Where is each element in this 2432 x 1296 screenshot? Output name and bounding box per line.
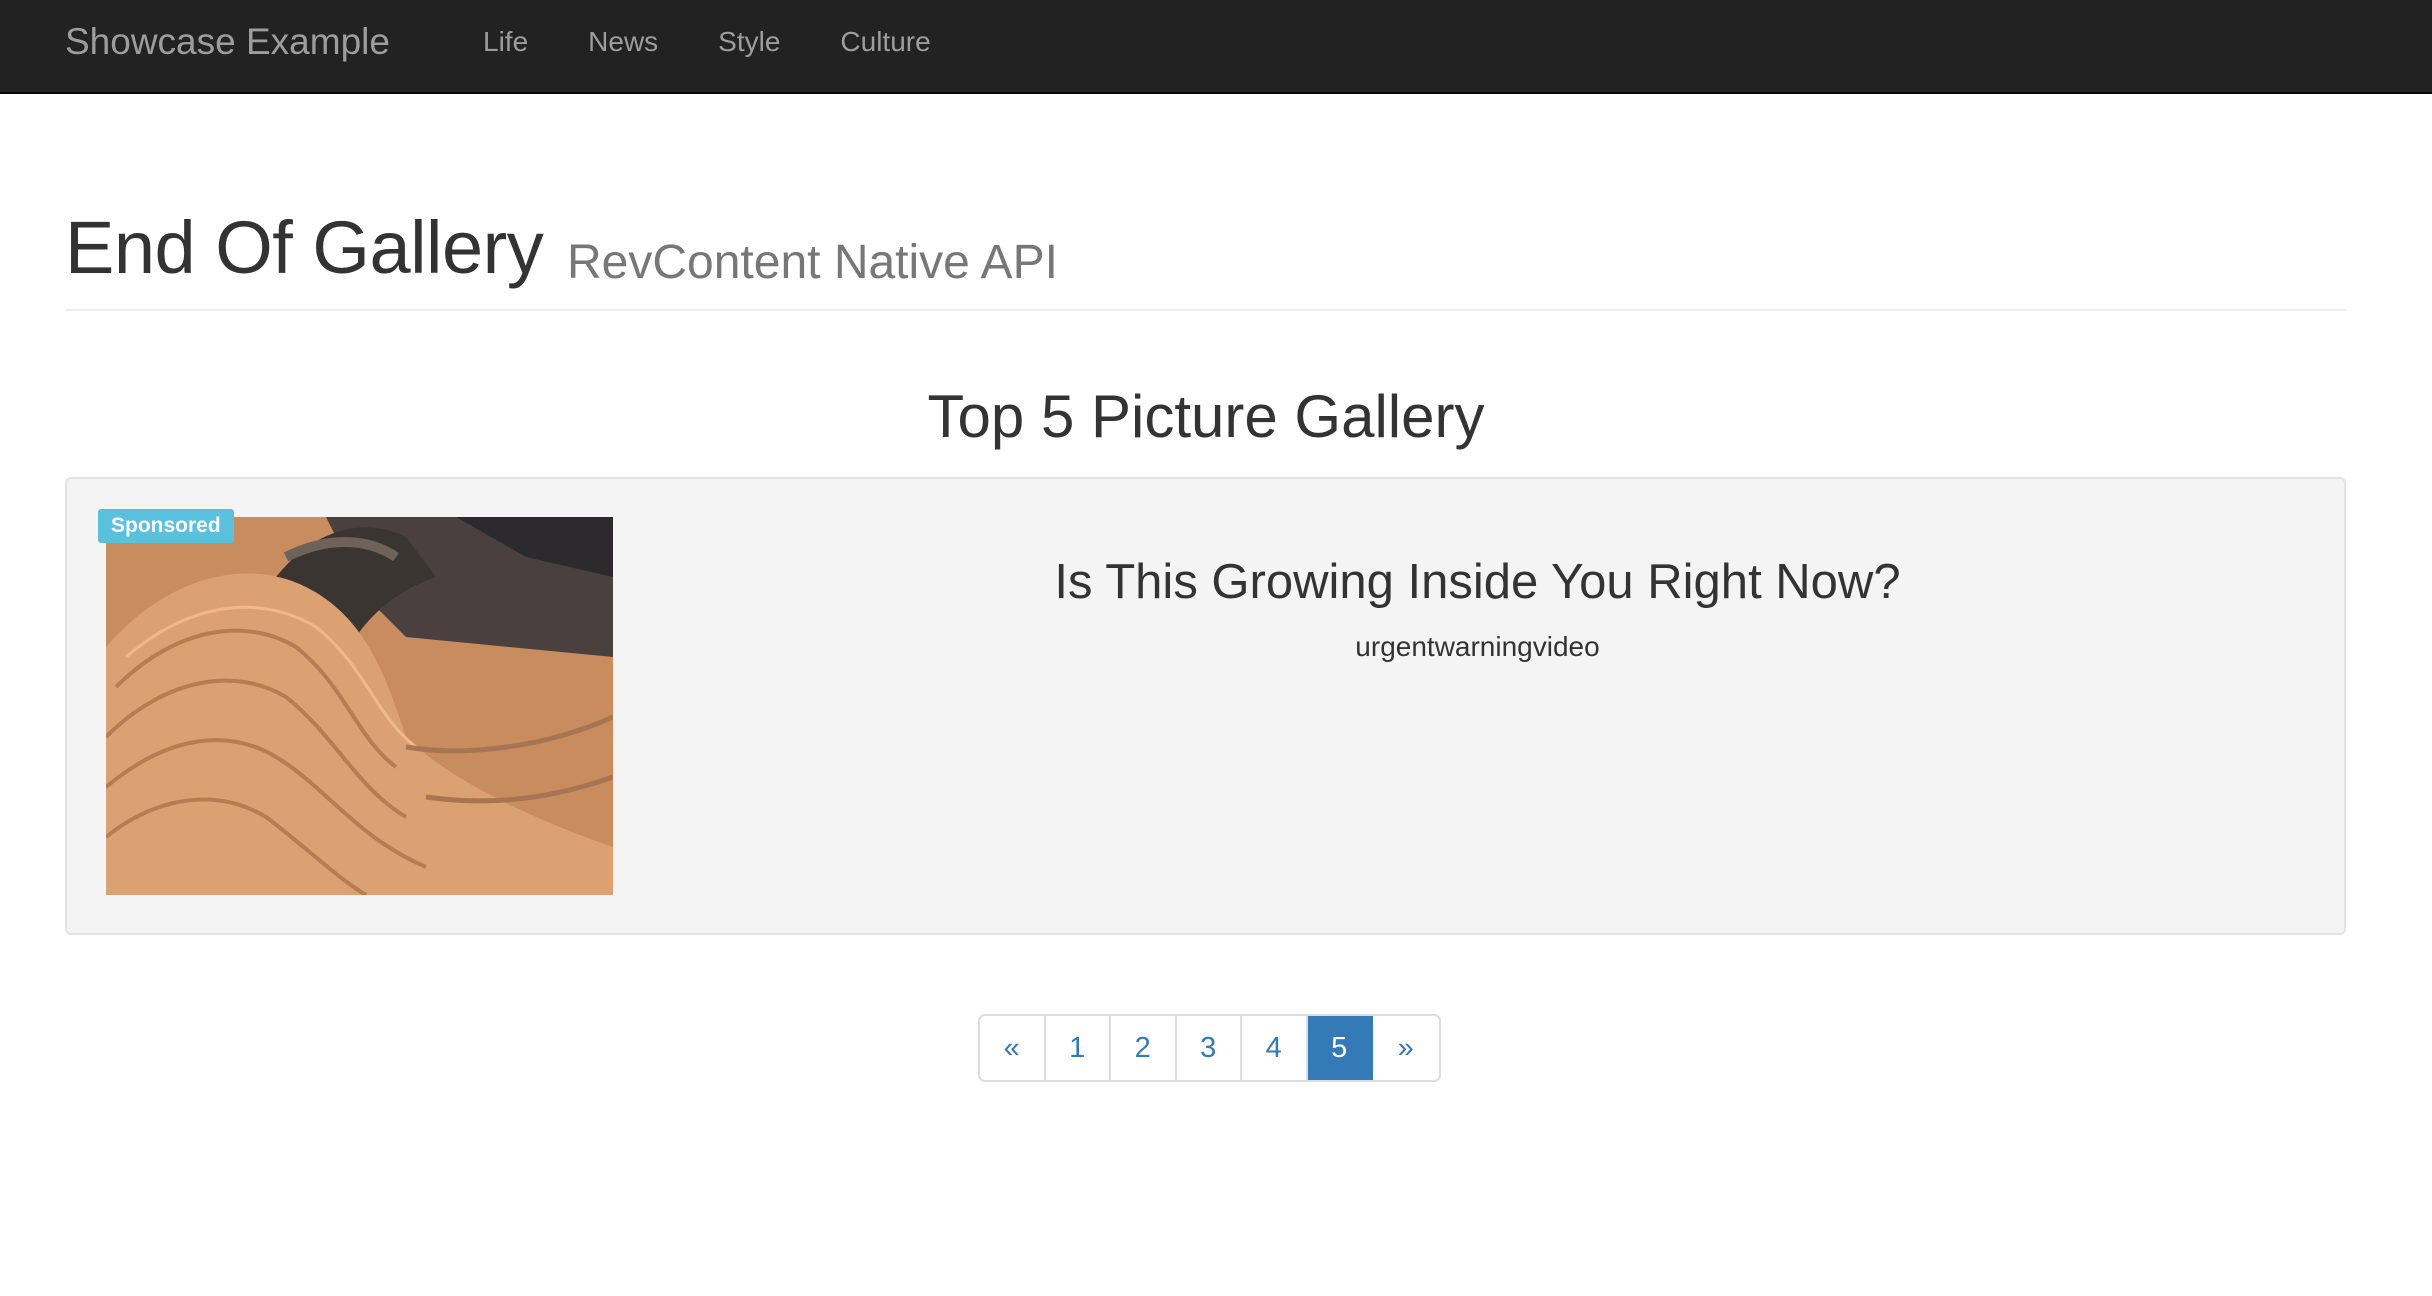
pagination-page-4[interactable]: 4 bbox=[1242, 1016, 1308, 1080]
card-source: urgentwarningvideo bbox=[1355, 631, 1600, 662]
gallery-title: Top 5 Picture Gallery bbox=[927, 383, 1485, 450]
pagination: « 1 2 3 4 5 » bbox=[978, 1014, 1441, 1082]
page-subtitle: RevContent Native API bbox=[567, 236, 1058, 289]
navbar-brand[interactable]: Showcase Example bbox=[65, 0, 390, 84]
pagination-page-1[interactable]: 1 bbox=[1046, 1016, 1111, 1080]
nav-item-culture[interactable]: Culture bbox=[810, 0, 960, 84]
nav-item-style[interactable]: Style bbox=[688, 0, 810, 84]
nav-item-news[interactable]: News bbox=[558, 0, 688, 84]
page-header: End Of Gallery RevContent Native API bbox=[65, 205, 2346, 311]
top-navbar: Showcase Example Life News Style Culture bbox=[0, 0, 2432, 94]
sponsored-thumbnail[interactable] bbox=[106, 517, 613, 895]
nav-item-life[interactable]: Life bbox=[450, 0, 558, 84]
sponsored-card: Sponsored Is This Growing Inside You Rig… bbox=[65, 477, 2346, 935]
pagination-page-2[interactable]: 2 bbox=[1111, 1016, 1177, 1080]
navbar-menu: Life News Style Culture bbox=[450, 0, 961, 84]
thumbnail-image bbox=[106, 517, 613, 895]
pagination-page-3[interactable]: 3 bbox=[1177, 1016, 1242, 1080]
pagination-prev[interactable]: « bbox=[980, 1016, 1046, 1080]
sponsored-badge: Sponsored bbox=[98, 509, 234, 543]
card-headline[interactable]: Is This Growing Inside You Right Now? bbox=[613, 554, 2342, 610]
pagination-page-5[interactable]: 5 bbox=[1307, 1016, 1373, 1080]
page-title: End Of Gallery bbox=[65, 206, 544, 289]
pagination-next[interactable]: » bbox=[1373, 1016, 1439, 1080]
